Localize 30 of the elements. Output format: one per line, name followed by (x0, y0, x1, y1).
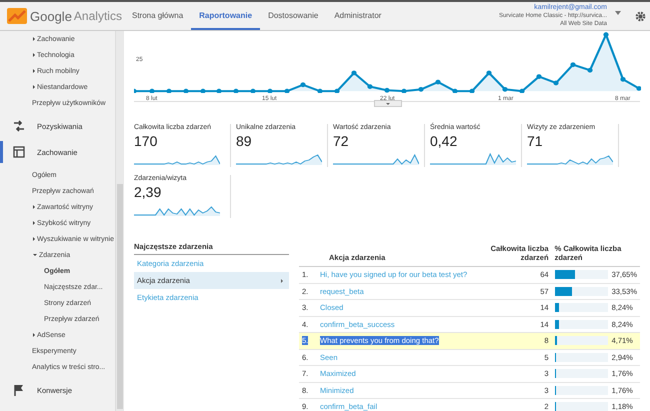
metric-value: 2,39 (134, 184, 162, 200)
metric-value: 89 (236, 133, 253, 149)
layout-icon (13, 146, 25, 158)
caret-icon (33, 53, 35, 57)
product-name: Analytics (74, 9, 122, 23)
logo-text: Google (30, 8, 72, 24)
logo-icon (7, 8, 27, 24)
metric-value: 72 (333, 133, 350, 149)
nav-tab[interactable]: Raportowanie (191, 2, 260, 30)
caret-icon (33, 37, 35, 41)
metric-value: 0,42 (430, 133, 458, 149)
caret-icon (33, 69, 35, 73)
caret-icon (33, 85, 35, 89)
nav-tab[interactable]: Dostosowanie (260, 2, 326, 30)
metric-value: 170 (134, 133, 158, 149)
caret-icon (33, 237, 35, 241)
caret-icon (33, 333, 35, 337)
nav-tab[interactable]: Administrator (326, 2, 390, 30)
arrow-icon (281, 278, 283, 282)
settings-icon[interactable] (635, 10, 646, 22)
collapse-tab[interactable] (374, 100, 402, 107)
caret-icon (33, 254, 37, 256)
arrows-icon (13, 120, 25, 132)
dropdown-icon[interactable] (615, 11, 621, 15)
caret-icon (33, 221, 35, 225)
caret-icon (33, 205, 35, 209)
flag-icon (13, 384, 25, 396)
scrollbar[interactable] (115, 31, 124, 411)
metric-value: 71 (527, 133, 544, 149)
nav-tab[interactable]: Strona główna (124, 2, 192, 30)
